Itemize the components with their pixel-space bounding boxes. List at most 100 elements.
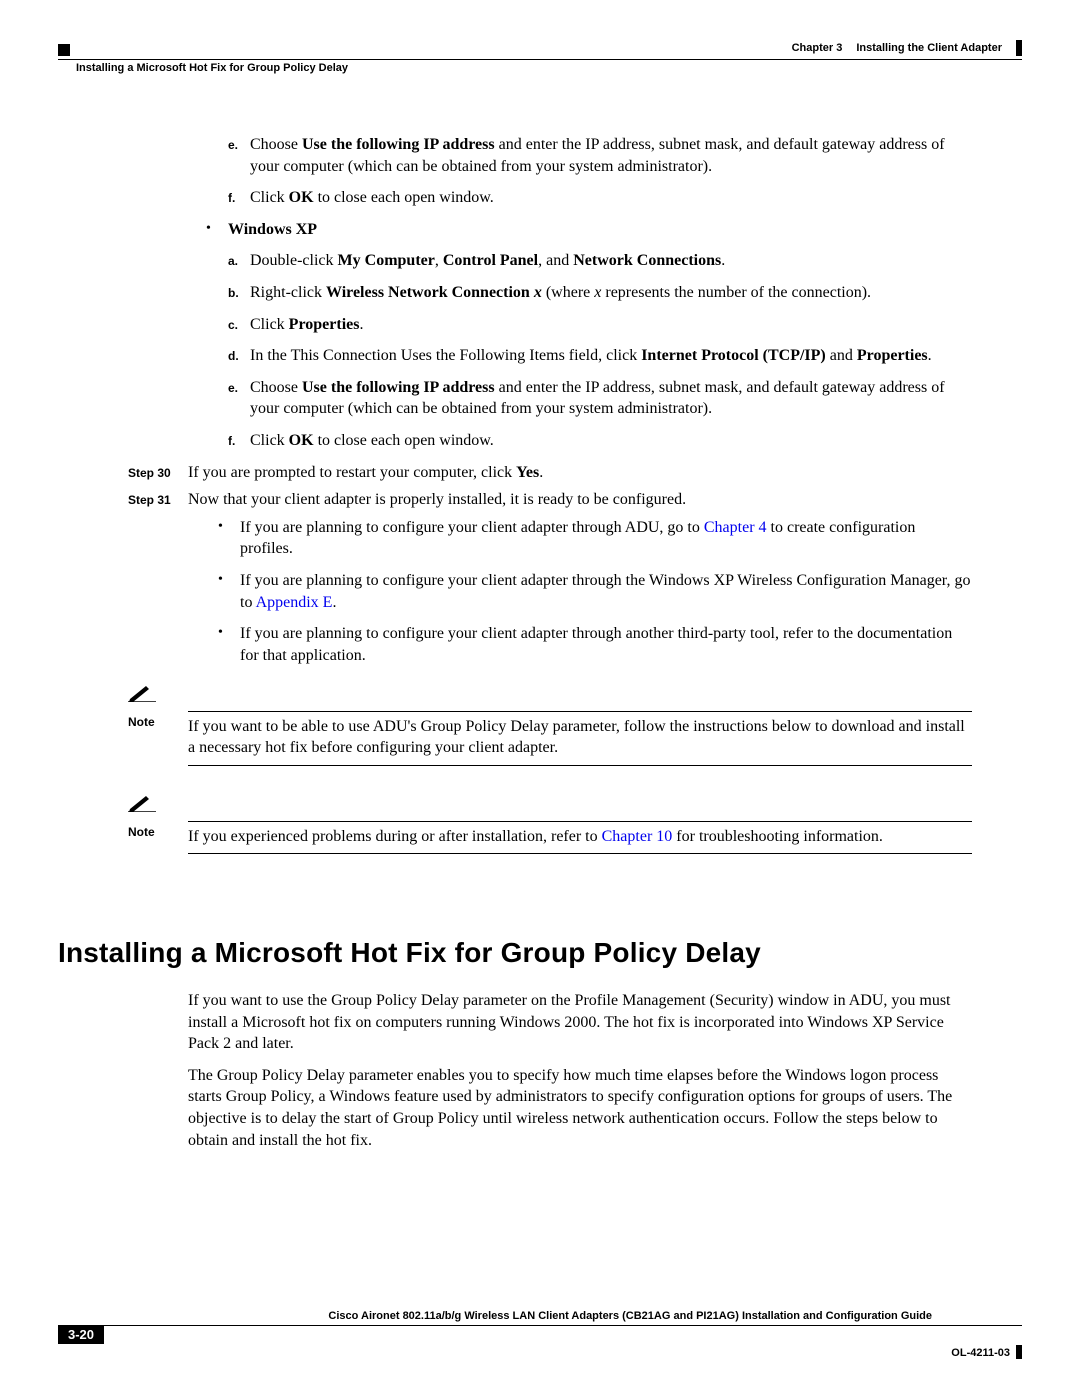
bar-marker-icon bbox=[1016, 1345, 1022, 1359]
bar-marker-icon bbox=[1016, 40, 1022, 56]
list-marker: e. bbox=[228, 377, 250, 420]
footer-doc-row: OL-4211-03 bbox=[58, 1344, 1022, 1359]
text: to close each open window. bbox=[314, 189, 494, 206]
chapter-label: Chapter 3 bbox=[792, 42, 843, 54]
bullet-body: If you are planning to configure your cl… bbox=[240, 517, 972, 560]
list-item-a: a. Double-click My Computer, Control Pan… bbox=[228, 250, 972, 272]
chapter-title: Installing the Client Adapter bbox=[856, 42, 1002, 54]
note-body: If you experienced problems during or af… bbox=[188, 821, 972, 848]
list-item-f: f. Click OK to close each open window. bbox=[228, 187, 972, 209]
list-marker: e. bbox=[228, 134, 250, 177]
bullet-body: If you are planning to configure your cl… bbox=[240, 623, 972, 666]
page-header: Chapter 3 Installing the Client Adapter bbox=[58, 40, 1022, 56]
step-31: Step 31 Now that your client adapter is … bbox=[58, 489, 1022, 511]
section-running-title: Installing a Microsoft Hot Fix for Group… bbox=[58, 62, 1022, 74]
text: . bbox=[332, 594, 336, 611]
list-body: Click Properties. bbox=[250, 314, 972, 336]
list-body: Choose Use the following IP address and … bbox=[250, 134, 972, 177]
step-label: Step 31 bbox=[128, 489, 188, 511]
note-rule bbox=[188, 765, 972, 766]
step-30: Step 30 If you are prompted to restart y… bbox=[58, 462, 1022, 484]
bold-text: Control Panel bbox=[443, 252, 538, 269]
header-left bbox=[58, 44, 70, 56]
list-body: Right-click Wireless Network Connection … bbox=[250, 282, 972, 304]
note-block-2: Note If you experienced problems during … bbox=[128, 794, 972, 854]
pencil-icon bbox=[128, 684, 156, 709]
text: , bbox=[435, 252, 443, 269]
bold-text: OK bbox=[289, 189, 314, 206]
list-marker: b. bbox=[228, 282, 250, 304]
bold-text: My Computer bbox=[338, 252, 435, 269]
ordered-list-continued: e. Choose Use the following IP address a… bbox=[228, 134, 972, 209]
bullet-icon: • bbox=[218, 570, 240, 613]
windows-xp-label: Windows XP bbox=[228, 219, 317, 241]
link-chapter-10[interactable]: Chapter 10 bbox=[602, 828, 673, 845]
list-marker: f. bbox=[228, 187, 250, 209]
bullet-icon: • bbox=[218, 623, 240, 666]
square-marker-icon bbox=[58, 44, 70, 56]
note-row: Note If you want to be able to use ADU's… bbox=[128, 711, 972, 759]
list-item-e: e. Choose Use the following IP address a… bbox=[228, 134, 972, 177]
text: If you are planning to configure your cl… bbox=[240, 519, 704, 536]
text: . bbox=[539, 464, 543, 481]
step-31-bullets: • If you are planning to configure your … bbox=[218, 517, 972, 667]
bold-text: Properties bbox=[289, 316, 360, 333]
bold-text: Network Connections bbox=[573, 252, 721, 269]
footer-guide-title: Cisco Aironet 802.11a/b/g Wireless LAN C… bbox=[58, 1310, 1022, 1322]
list-body: In the This Connection Uses the Followin… bbox=[250, 345, 972, 367]
link-appendix-e[interactable]: Appendix E bbox=[256, 594, 333, 611]
text: . bbox=[721, 252, 725, 269]
bullet-body: If you are planning to configure your cl… bbox=[240, 570, 972, 613]
text: If you experienced problems during or af… bbox=[188, 828, 602, 845]
text: If you are planning to configure your cl… bbox=[240, 572, 970, 611]
text: and bbox=[826, 347, 857, 364]
bold-text: Internet Protocol (TCP/IP) bbox=[641, 347, 826, 364]
bold-text: Yes bbox=[516, 464, 539, 481]
document-page: Chapter 3 Installing the Client Adapter … bbox=[0, 0, 1080, 1397]
note-rule bbox=[188, 853, 972, 854]
note-label: Note bbox=[128, 821, 188, 848]
bold-text: Use the following IP address bbox=[302, 379, 495, 396]
note-row: Note If you experienced problems during … bbox=[128, 821, 972, 848]
list-marker: f. bbox=[228, 430, 250, 452]
text: In the This Connection Uses the Followin… bbox=[250, 347, 641, 364]
text: Choose bbox=[250, 379, 302, 396]
bullet-windows-xp: • Windows XP bbox=[206, 219, 972, 241]
note-label: Note bbox=[128, 711, 188, 759]
bullet-item: • If you are planning to configure your … bbox=[218, 623, 972, 666]
italic-text: x bbox=[534, 284, 542, 301]
para-2: The Group Policy Delay parameter enables… bbox=[188, 1065, 972, 1151]
content-area: e. Choose Use the following IP address a… bbox=[58, 134, 1022, 1151]
list-body: Click OK to close each open window. bbox=[250, 187, 972, 209]
bold-text: Properties bbox=[857, 347, 928, 364]
list-item-e: e. Choose Use the following IP address a… bbox=[228, 377, 972, 420]
page-number: 3-20 bbox=[58, 1325, 104, 1344]
pencil-icon bbox=[128, 794, 156, 819]
section-title: Installing a Microsoft Hot Fix for Group… bbox=[76, 62, 348, 74]
list-marker: d. bbox=[228, 345, 250, 367]
page-footer: Cisco Aironet 802.11a/b/g Wireless LAN C… bbox=[58, 1310, 1022, 1359]
footer-rule bbox=[104, 1325, 1022, 1344]
step-label: Step 30 bbox=[128, 462, 188, 484]
list-marker: a. bbox=[228, 250, 250, 272]
bold-text: Wireless Network Connection bbox=[326, 284, 534, 301]
bold-text: Use the following IP address bbox=[302, 136, 495, 153]
step-body: Now that your client adapter is properly… bbox=[188, 489, 972, 511]
text: . bbox=[928, 347, 932, 364]
footer-doc-id: OL-4211-03 bbox=[951, 1344, 1010, 1359]
list-marker: c. bbox=[228, 314, 250, 336]
text: for troubleshooting information. bbox=[672, 828, 883, 845]
windows-xp-steps: a. Double-click My Computer, Control Pan… bbox=[228, 250, 972, 451]
text: , and bbox=[538, 252, 573, 269]
header-rule bbox=[58, 59, 1022, 60]
list-item-b: b. Right-click Wireless Network Connecti… bbox=[228, 282, 972, 304]
text: . bbox=[359, 316, 363, 333]
list-body: Double-click My Computer, Control Panel,… bbox=[250, 250, 972, 272]
text: (where bbox=[542, 284, 594, 301]
text: Click bbox=[250, 432, 289, 449]
text: Double-click bbox=[250, 252, 338, 269]
footer-bar: 3-20 bbox=[58, 1325, 1022, 1344]
bullet-item: • If you are planning to configure your … bbox=[218, 570, 972, 613]
bullet-icon: • bbox=[206, 219, 228, 241]
link-chapter-4[interactable]: Chapter 4 bbox=[704, 519, 767, 536]
